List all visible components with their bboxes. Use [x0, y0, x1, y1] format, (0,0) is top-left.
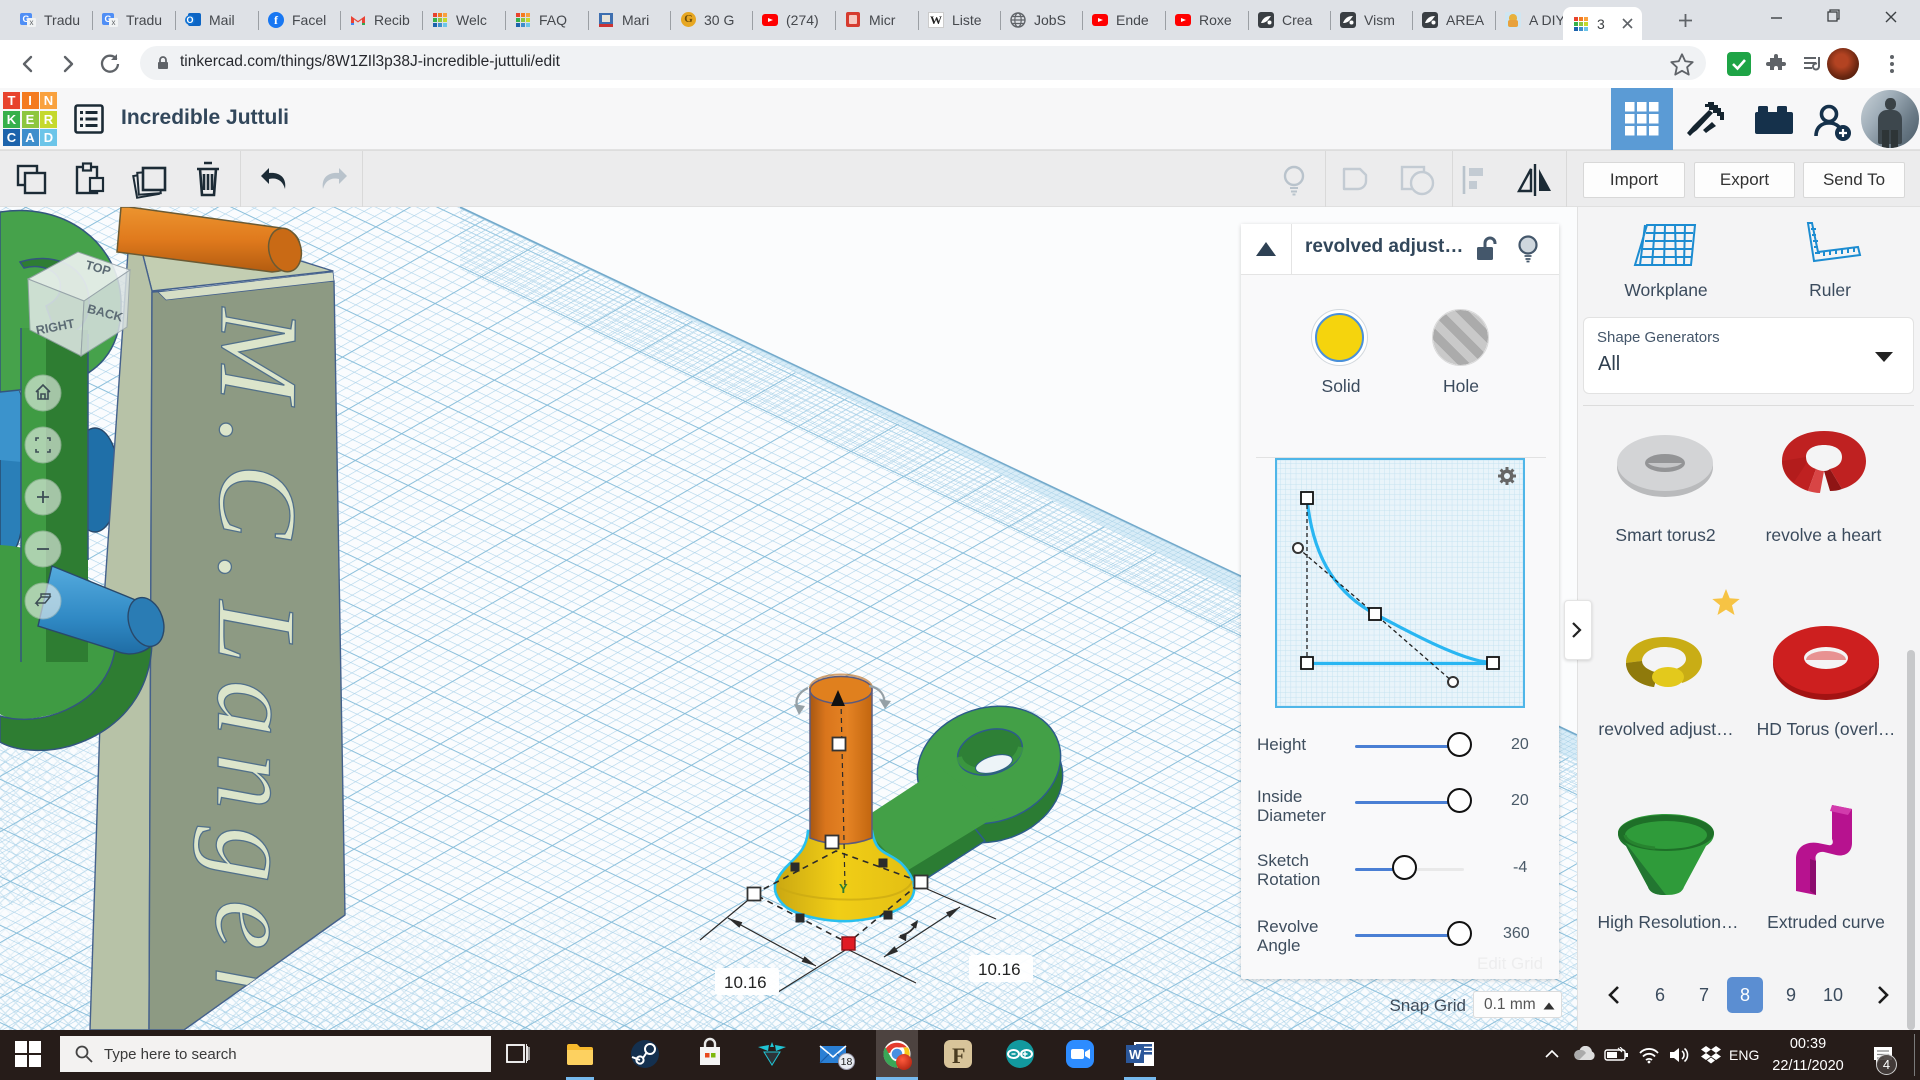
svg-text:10.16: 10.16	[978, 960, 1021, 979]
svg-text:Y: Y	[839, 881, 848, 896]
svg-text:F: F	[952, 1043, 965, 1068]
svg-text:10.16: 10.16	[724, 973, 767, 992]
svg-text:W: W	[1129, 1047, 1142, 1062]
